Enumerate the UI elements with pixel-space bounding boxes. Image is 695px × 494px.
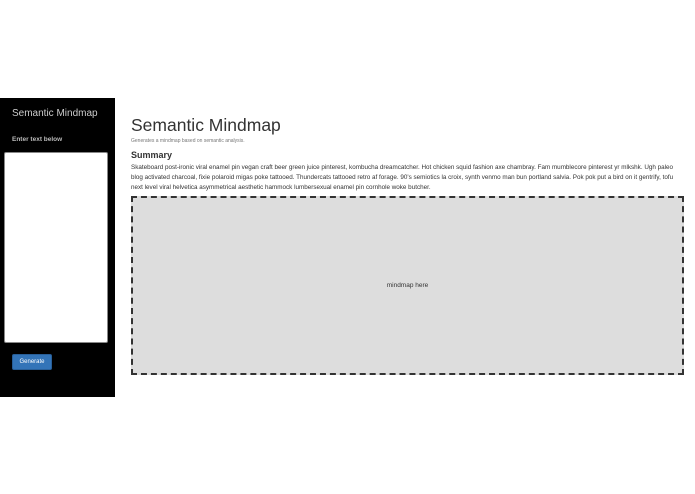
text-input-area[interactable] (4, 152, 108, 343)
summary-text: Skateboard post-ironic viral enamel pin … (131, 164, 674, 191)
main-content: Semantic Mindmap Generates a mindmap bas… (131, 115, 684, 193)
text-input-label: Enter text below (12, 136, 63, 143)
generate-button[interactable]: Generate (12, 354, 52, 370)
mindmap-placeholder: mindmap here (386, 282, 429, 289)
page-subtitle: Generates a mindmap based on semantic an… (131, 138, 245, 144)
summary-heading: Summary (131, 150, 173, 160)
sidebar: Semantic Mindmap Enter text below Genera… (0, 98, 115, 397)
mindmap-area[interactable]: mindmap here (131, 196, 684, 375)
brand-title[interactable]: Semantic Mindmap (12, 108, 98, 119)
page-title: Semantic Mindmap (131, 115, 281, 135)
